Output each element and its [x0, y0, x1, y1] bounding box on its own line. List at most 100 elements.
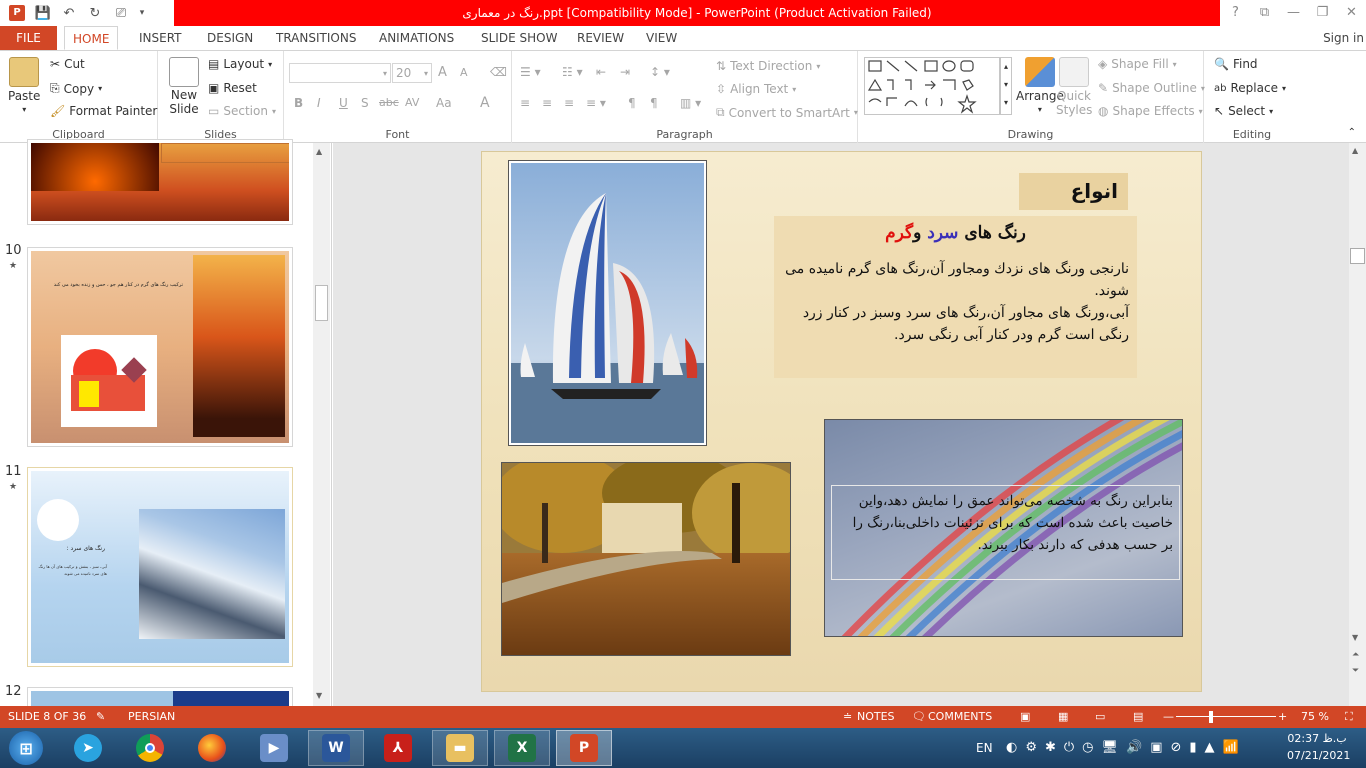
start-from-beginning-icon[interactable]: ⎚ — [110, 2, 132, 24]
tab-animations[interactable]: ANIMATIONS — [371, 26, 462, 50]
copy-button[interactable]: ⎘ Copy ▾ — [50, 81, 102, 96]
color-types-textbox[interactable]: رنگ های سرد وگرم نارنجی ورنگ های نزدك وم… — [774, 216, 1137, 378]
slide-thumbnail[interactable] — [27, 139, 293, 225]
cut-button[interactable]: ✂ Cut — [50, 57, 85, 71]
shape-outline-button[interactable]: ✎ Shape Outline ▾ — [1098, 81, 1205, 95]
shapes-scroll[interactable]: ▴ ▾ ▾ — [1000, 57, 1012, 115]
clear-formatting-icon[interactable]: ⌫ — [490, 65, 507, 79]
line-spacing-icon[interactable]: ↕ ▾ — [650, 65, 670, 79]
normal-view-icon[interactable]: ▣ — [1020, 706, 1030, 728]
numbering-icon[interactable]: ☷ ▾ — [562, 65, 583, 79]
powerpoint-app-icon[interactable]: P — [6, 2, 28, 24]
collapse-ribbon-icon[interactable]: ⌃ — [1348, 127, 1356, 138]
zoom-slider-track[interactable] — [1176, 716, 1276, 717]
reading-view-icon[interactable]: ▭ — [1095, 706, 1105, 728]
firefox-icon[interactable] — [184, 730, 240, 766]
scroll-up-icon[interactable]: ▲ — [316, 147, 322, 156]
customize-toolbar-icon[interactable]: ▾ — [136, 2, 148, 24]
grow-font-button[interactable]: A — [438, 65, 447, 80]
system-tray-icons[interactable]: ◐⚙✱⏻◷🖥🔊▣⊘▮▲📶 — [1006, 728, 1247, 768]
acrobat-icon[interactable]: ⅄ — [370, 730, 426, 766]
file-explorer-icon[interactable]: ▬ — [432, 730, 488, 766]
change-case-button[interactable]: Aa — [436, 96, 452, 110]
rtl-icon[interactable]: ¶ — [650, 96, 658, 110]
word-icon[interactable]: W — [308, 730, 364, 766]
shape-fill-button[interactable]: ◈ Shape Fill ▾ — [1098, 57, 1177, 71]
clock-date[interactable]: 07/21/2021 — [1287, 749, 1350, 762]
strikethrough-button[interactable]: abc — [379, 96, 399, 109]
convert-smartart-button[interactable]: ⧉ Convert to SmartArt ▾ — [716, 105, 858, 120]
tab-transitions[interactable]: TRANSITIONS — [268, 26, 364, 50]
tab-design[interactable]: DESIGN — [199, 26, 261, 50]
shape-effects-button[interactable]: ◍ Shape Effects ▾ — [1098, 104, 1203, 118]
shapes-gallery[interactable] — [864, 57, 1000, 115]
minimize-button[interactable]: — — [1279, 0, 1308, 26]
shrink-font-button[interactable]: A — [460, 66, 468, 79]
start-button[interactable]: ⊞ — [0, 730, 52, 766]
tab-home[interactable]: HOME — [64, 26, 119, 50]
scroll-down-icon[interactable]: ▼ — [1352, 633, 1358, 642]
reset-button[interactable]: ▣ Reset — [208, 81, 257, 95]
rainbow-textbox[interactable]: بنابراین رنگ به شخصه می‌تواند عمق را نما… — [831, 485, 1180, 580]
columns-icon[interactable]: ▥ ▾ — [680, 96, 701, 110]
notes-button[interactable]: NOTES — [857, 706, 895, 728]
font-size-box[interactable]: 20 ▾ — [392, 63, 432, 83]
bold-button[interactable]: B — [294, 96, 303, 110]
sailboat-image[interactable] — [508, 160, 707, 446]
current-slide[interactable]: انواع رنگ: رنگ های سرد وگرم نارنجی ورنگ … — [481, 151, 1202, 692]
tab-insert[interactable]: INSERT — [131, 26, 190, 50]
align-center-icon[interactable]: ≡ — [542, 96, 552, 110]
paste-button[interactable]: Paste ▾ — [8, 57, 40, 114]
italic-button[interactable]: I — [317, 96, 321, 110]
quick-styles-button[interactable]: Quick Styles — [1056, 57, 1092, 117]
close-button[interactable]: ✕ — [1337, 0, 1366, 26]
ltr-icon[interactable]: ¶ — [628, 96, 636, 110]
replace-button[interactable]: ab Replace ▾ — [1214, 81, 1286, 95]
zoom-level[interactable]: 75 % — [1301, 706, 1329, 728]
powerpoint-taskbar-icon[interactable]: P — [556, 730, 612, 766]
tab-file[interactable]: FILE — [0, 26, 57, 50]
telegram-icon[interactable]: ➤ — [60, 730, 116, 766]
shadow-button[interactable]: S — [361, 96, 369, 110]
align-right-icon[interactable]: ≡ — [564, 96, 574, 110]
help-icon[interactable]: ? — [1221, 0, 1250, 26]
slide-thumbnail-10[interactable]: ترکیب رنگ های گرم در کنار هم جو ، حس و ز… — [27, 247, 293, 447]
tab-view[interactable]: VIEW — [638, 26, 685, 50]
comments-button[interactable]: COMMENTS — [928, 706, 992, 728]
zoom-in-icon[interactable]: + — [1278, 706, 1287, 728]
decrease-indent-icon[interactable]: ⇤ — [596, 65, 606, 79]
save-icon[interactable]: 💾 — [32, 2, 54, 24]
sign-in-link[interactable]: Sign in — [1323, 26, 1364, 50]
slide-heading[interactable]: انواع رنگ: — [1019, 173, 1128, 240]
font-color-button[interactable]: A — [480, 95, 490, 111]
find-button[interactable]: 🔍 Find — [1214, 57, 1258, 71]
slide-scrollbar[interactable]: ▲ ▼ ⏶ ⏷ — [1349, 143, 1366, 706]
text-direction-button[interactable]: ⇅ Text Direction ▾ — [716, 59, 820, 73]
align-left-icon[interactable]: ≡ — [520, 96, 530, 110]
tab-review[interactable]: REVIEW — [569, 26, 632, 50]
rainbow-image[interactable]: بنابراین رنگ به شخصه می‌تواند عمق را نما… — [824, 419, 1183, 637]
new-slide-button[interactable]: New Slide — [166, 57, 202, 116]
autumn-image[interactable] — [501, 462, 791, 656]
excel-icon[interactable]: X — [494, 730, 550, 766]
scroll-down-icon[interactable]: ▼ — [316, 691, 322, 700]
undo-icon[interactable]: ↶ — [58, 2, 80, 24]
proofing-icon[interactable]: ✎ — [96, 706, 105, 728]
scroll-thumb[interactable] — [1350, 248, 1365, 264]
scroll-thumb[interactable] — [315, 285, 328, 321]
slideshow-icon[interactable]: ▤ — [1133, 706, 1143, 728]
layout-button[interactable]: ▤ Layout ▾ — [208, 57, 272, 71]
character-spacing-button[interactable]: AV — [405, 96, 419, 109]
thumbnail-scrollbar[interactable]: ▲ ▼ — [313, 143, 330, 706]
ribbon-display-options-icon[interactable]: ⧉ — [1250, 0, 1279, 26]
zoom-out-icon[interactable]: — — [1163, 706, 1174, 728]
underline-button[interactable]: U — [339, 96, 348, 110]
fit-to-window-icon[interactable]: ⛶ — [1345, 706, 1353, 728]
section-button[interactable]: ▭ Section ▾ — [208, 104, 276, 118]
clock-time[interactable]: 02:37 ب.ظ — [1287, 732, 1347, 745]
previous-slide-icon[interactable]: ⏶ — [1352, 650, 1359, 660]
zoom-slider-thumb[interactable] — [1209, 711, 1213, 723]
next-slide-icon[interactable]: ⏷ — [1352, 666, 1359, 676]
media-player-icon[interactable]: ▶ — [246, 730, 302, 766]
input-language[interactable]: EN — [976, 728, 993, 768]
